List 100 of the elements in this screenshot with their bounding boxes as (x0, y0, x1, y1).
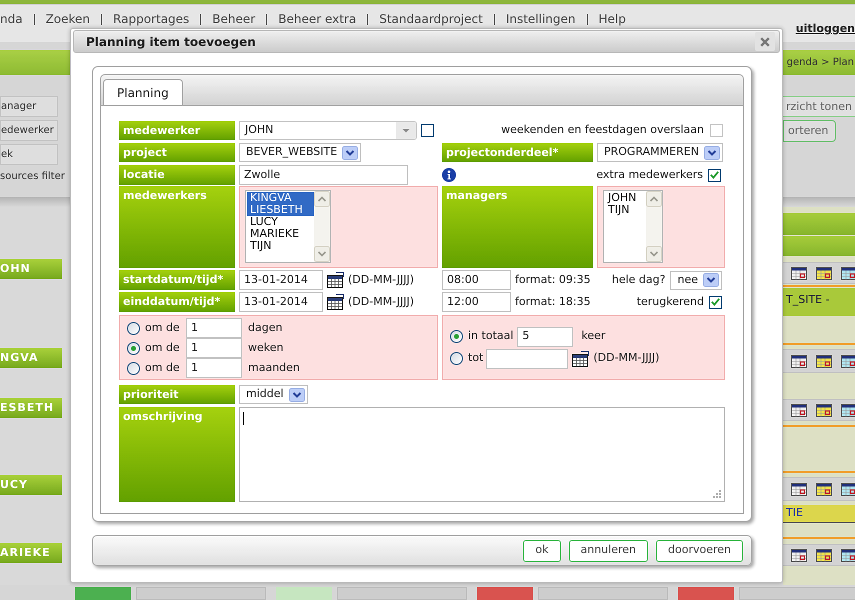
interval-field[interactable]: 1 (186, 338, 242, 358)
calendar-icon[interactable] (841, 404, 855, 416)
calendar-icon[interactable] (841, 354, 855, 368)
planning-entry[interactable]: T_SITE - (783, 288, 855, 316)
field-label: einddatum/tijd* (119, 292, 235, 312)
menu-link[interactable]: Zoeken (46, 12, 90, 26)
close-button[interactable] (755, 32, 775, 51)
manager-list[interactable]: JOHN TIJN (603, 190, 663, 263)
radio-button[interactable] (450, 330, 463, 343)
calendar-icon[interactable] (841, 266, 855, 280)
employee-combo-box[interactable]: JOHN (239, 121, 417, 140)
date-field[interactable]: 13-01-2014 (239, 270, 323, 290)
list-option[interactable]: TIJN (247, 240, 314, 252)
menu-link[interactable]: Instellingen (506, 12, 576, 26)
radio-button[interactable] (127, 342, 140, 354)
menu-link[interactable]: Rapportages (113, 12, 190, 26)
calendar-icon[interactable] (816, 354, 832, 368)
time-field[interactable]: 08:00 (442, 270, 511, 290)
checkbox[interactable] (421, 124, 434, 137)
calendar-icon[interactable] (816, 482, 832, 496)
calendar-icon[interactable] (791, 404, 807, 416)
description-field[interactable] (239, 407, 725, 502)
calendar-icon[interactable] (816, 548, 832, 562)
calendar-icon[interactable] (791, 266, 807, 280)
project-part-select[interactable]: PROGRAMMEREN (597, 143, 723, 162)
radio-button[interactable] (127, 362, 140, 374)
list-option[interactable]: LUCY (247, 216, 314, 228)
field-label: medewerker (119, 121, 235, 140)
checkbox-label: terugkerend (636, 294, 704, 310)
calendar-icon[interactable] (791, 354, 807, 368)
unit-label: dagen (248, 320, 282, 336)
location-field[interactable]: Zwolle (239, 165, 408, 185)
calendar-icon[interactable] (327, 272, 344, 288)
interval-field[interactable]: 1 (186, 318, 242, 338)
calendar-icon[interactable] (572, 350, 590, 366)
list-option[interactable]: KINGVA (247, 192, 314, 204)
list-option[interactable]: LIESBETH (247, 204, 314, 216)
all-day-label: hele dag? (612, 272, 666, 288)
checkmark-icon (710, 171, 719, 179)
dialog-button[interactable]: doorvoeren (656, 540, 743, 562)
calendar-icon[interactable] (791, 482, 807, 496)
field-label: medewerkers (119, 186, 235, 268)
count-field[interactable]: 5 (517, 326, 574, 346)
priority-select[interactable]: middel (239, 385, 308, 404)
time-format-hint: format: 18:35 (515, 294, 591, 310)
radio-label: om de (145, 360, 181, 376)
filter-label: anager (0, 96, 58, 117)
unit-label: weken (248, 340, 284, 356)
radio-button[interactable] (450, 352, 463, 365)
dialog-button[interactable]: annuleren (568, 540, 648, 562)
info-icon (442, 168, 456, 182)
radio-label: in totaal (468, 328, 514, 344)
field-label: omschrijving (119, 407, 235, 502)
field-label: locatie (119, 165, 235, 185)
time-field[interactable]: 12:00 (442, 292, 511, 312)
calendar-icon[interactable] (816, 404, 832, 416)
dialog-button[interactable]: ok (523, 540, 560, 562)
filter-label: ek (0, 144, 58, 165)
caret-icon (396, 122, 416, 139)
checkbox[interactable] (709, 296, 722, 308)
checkbox[interactable] (708, 168, 721, 182)
calendar-icon[interactable] (841, 482, 855, 496)
radio-dot-icon (131, 346, 136, 350)
shadow-band (0, 197, 70, 207)
menu-link[interactable]: Standaardproject (379, 12, 483, 26)
list-option[interactable]: TIJN (605, 204, 646, 216)
calendar-icon[interactable] (816, 266, 832, 280)
menu-link[interactable]: nda (0, 12, 23, 26)
menu-link[interactable]: Beheer (212, 12, 256, 26)
date-format-hint: (DD-MM-JJJJ) (348, 294, 414, 310)
calendar-icon[interactable] (841, 548, 855, 562)
logout-link[interactable]: uitloggen (796, 21, 855, 38)
radio-label: om de (145, 320, 181, 336)
employee-list[interactable]: KINGVA LIESBETH LUCY MARIEKE TIJN (245, 190, 331, 263)
field-label: startdatum/tijd* (119, 270, 235, 290)
radio-dot-icon (454, 334, 459, 339)
filter-label: sources filter (0, 170, 65, 183)
menu-link[interactable]: Help (598, 12, 626, 26)
tab[interactable]: Planning (103, 79, 183, 105)
interval-field[interactable]: 1 (186, 358, 242, 378)
list-option[interactable]: JOHN (605, 192, 646, 204)
planning-entry[interactable]: TIE (783, 505, 855, 523)
menu-link[interactable]: Beheer extra (278, 12, 356, 26)
end-date-field[interactable] (486, 348, 568, 368)
header-bar (783, 213, 855, 235)
checkbox-label: weekenden en feestdagen overslaan (501, 122, 704, 138)
sort-button[interactable]: orteren (783, 120, 836, 142)
date-field[interactable]: 13-01-2014 (239, 292, 323, 312)
field-label: managers (442, 186, 593, 268)
radio-button[interactable] (127, 322, 140, 334)
project-select[interactable]: BEVER_WEBSITE (239, 143, 362, 162)
calendar-icon[interactable] (327, 294, 344, 310)
calendar-icon[interactable] (791, 548, 807, 562)
overview-button[interactable]: rzicht tonen (783, 96, 855, 117)
list-option[interactable]: MARIEKE (247, 228, 314, 240)
all-day-select[interactable]: nee (670, 270, 722, 290)
shadow-band (783, 197, 855, 207)
time-format-hint: format: 09:35 (515, 272, 591, 288)
close-icon (760, 36, 770, 46)
checkbox-label: extra medewerkers (596, 166, 703, 183)
